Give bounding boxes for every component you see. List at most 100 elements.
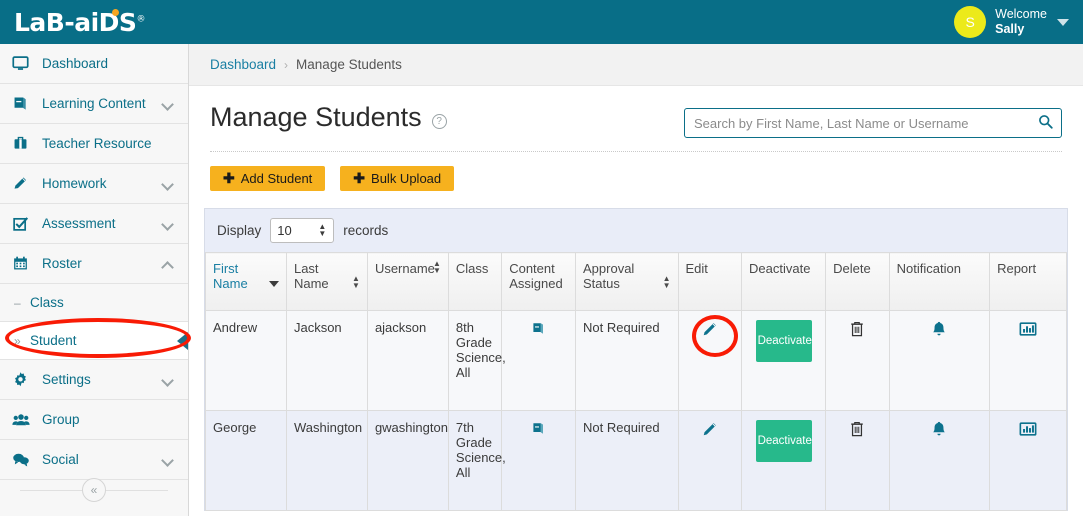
cell-notification[interactable] <box>889 311 989 411</box>
cell-edit[interactable] <box>678 311 742 411</box>
sidebar-item-group[interactable]: Group <box>0 400 188 440</box>
bell-icon[interactable] <box>931 426 947 441</box>
breadcrumb: Dashboard › Manage Students <box>189 44 1083 86</box>
top-bar: LaB-aiDS® S Welcome Sally <box>0 0 1083 44</box>
bar-chart-icon[interactable] <box>1019 326 1037 341</box>
column-label: Username <box>375 261 435 276</box>
sidebar-item-assessment[interactable]: Assessment <box>0 204 188 244</box>
checkbox-icon <box>12 215 38 232</box>
cell-deactivate: Deactivate <box>742 311 826 411</box>
page-header: Manage Students ? <box>189 86 1083 138</box>
cell-delete[interactable] <box>826 411 890 511</box>
active-pointer-icon <box>177 332 188 350</box>
people-icon <box>12 411 38 428</box>
cell-content-assigned[interactable] <box>502 311 576 411</box>
column-label: Deactivate <box>749 261 810 276</box>
column-label: Edit <box>686 261 708 276</box>
sidebar-item-class[interactable]: – Class <box>0 284 188 322</box>
add-student-button[interactable]: ✚ Add Student <box>210 166 325 191</box>
column-header-content-assigned: Content Assigned <box>502 253 576 311</box>
sidebar-item-teacher-resource[interactable]: Teacher Resource <box>0 124 188 164</box>
chevron-down-icon[interactable] <box>1057 19 1069 26</box>
sidebar-item-student[interactable]: » Student <box>0 322 188 360</box>
app-root: LaB-aiDS® S Welcome Sally Dashboard Lear… <box>0 0 1083 516</box>
sort-both-icon: ▲▼ <box>433 260 441 274</box>
records-label: records <box>343 223 388 238</box>
search-input[interactable] <box>684 108 1062 138</box>
collapse-sidebar-button[interactable]: « <box>82 478 106 502</box>
chevron-down-icon[interactable] <box>161 178 174 191</box>
table-row: Andrew Jackson ajackson 8th Grade Scienc… <box>206 311 1067 411</box>
add-student-label: Add Student <box>241 171 313 186</box>
sidebar-item-label: Assessment <box>42 216 116 231</box>
welcome-line-1: Welcome <box>995 7 1047 22</box>
calendar-icon <box>12 255 38 272</box>
column-label: Last Name <box>294 261 329 291</box>
sidebar-item-learning-content[interactable]: Learning Content <box>0 84 188 124</box>
action-button-row: ✚ Add Student ✚ Bulk Upload <box>189 152 1083 191</box>
sidebar-item-settings[interactable]: Settings <box>0 360 188 400</box>
sidebar-item-label: Teacher Resource <box>42 136 152 151</box>
pencil-icon <box>12 175 38 192</box>
cell-first-name: Andrew <box>206 311 287 411</box>
cell-last-name: Washington <box>286 411 367 511</box>
cell-content-assigned[interactable] <box>502 411 576 511</box>
cell-report[interactable] <box>990 411 1067 511</box>
chevron-down-icon[interactable] <box>161 98 174 111</box>
lab-aids-logo[interactable]: LaB-aiDS® <box>14 10 145 35</box>
avatar: S <box>954 6 986 38</box>
book-icon[interactable] <box>531 324 547 339</box>
cell-deactivate: Deactivate <box>742 411 826 511</box>
sidebar: Dashboard Learning Content Teacher Resou… <box>0 44 189 516</box>
sidebar-item-homework[interactable]: Homework <box>0 164 188 204</box>
welcome-line-2: Sally <box>995 22 1047 37</box>
bar-chart-icon[interactable] <box>1019 426 1037 441</box>
plus-icon: ✚ <box>353 170 365 187</box>
subitem-marker-icon: – <box>14 296 30 310</box>
chevron-down-icon[interactable] <box>161 374 174 387</box>
chevron-down-icon[interactable] <box>161 454 174 467</box>
welcome-text: Welcome Sally <box>995 7 1047 37</box>
user-menu[interactable]: S Welcome Sally <box>954 6 1069 38</box>
column-header-notification: Notification <box>889 253 989 311</box>
chevron-up-icon[interactable] <box>161 261 174 274</box>
sidebar-item-dashboard[interactable]: Dashboard <box>0 44 188 84</box>
display-records-control: Display 10 ▲▼ records <box>205 209 1067 252</box>
book-icon[interactable] <box>531 424 547 439</box>
bulk-upload-button[interactable]: ✚ Bulk Upload <box>340 166 454 191</box>
cell-notification[interactable] <box>889 411 989 511</box>
sidebar-item-label: Student <box>30 333 77 348</box>
chevron-down-icon[interactable] <box>161 218 174 231</box>
sidebar-item-roster[interactable]: Roster <box>0 244 188 284</box>
sidebar-item-label: Roster <box>42 256 82 271</box>
search-icon[interactable] <box>1038 114 1053 134</box>
column-header-username[interactable]: Username▲▼ <box>367 253 448 311</box>
deactivate-button[interactable]: Deactivate <box>756 420 812 462</box>
pencil-icon[interactable] <box>701 326 719 341</box>
help-icon[interactable]: ? <box>432 114 447 129</box>
deactivate-button[interactable]: Deactivate <box>756 320 812 362</box>
students-table-panel: Display 10 ▲▼ records <box>204 208 1068 511</box>
sort-both-icon: ▲▼ <box>663 275 671 289</box>
trash-icon[interactable] <box>849 326 865 341</box>
trash-icon[interactable] <box>849 426 865 441</box>
column-header-approval-status[interactable]: Approval Status▲▼ <box>576 253 679 311</box>
records-per-page-select[interactable]: 10 <box>270 218 334 243</box>
bell-icon[interactable] <box>931 326 947 341</box>
column-header-first-name[interactable]: First Name <box>206 253 287 311</box>
table-row: George Washington gwashington 7th Grade … <box>206 411 1067 511</box>
sort-desc-icon <box>269 281 279 287</box>
cell-edit[interactable] <box>678 411 742 511</box>
cell-username: ajackson <box>367 311 448 411</box>
page-title: Manage Students ? <box>210 102 447 133</box>
breadcrumb-link-dashboard[interactable]: Dashboard <box>210 57 276 72</box>
cell-report[interactable] <box>990 311 1067 411</box>
book-icon <box>12 95 38 112</box>
column-header-edit: Edit <box>678 253 742 311</box>
sidebar-item-social[interactable]: Social <box>0 440 188 480</box>
display-label: Display <box>217 223 261 238</box>
cell-class: 8th Grade Science, All <box>448 311 501 411</box>
cell-delete[interactable] <box>826 311 890 411</box>
column-header-last-name[interactable]: Last Name▲▼ <box>286 253 367 311</box>
pencil-icon[interactable] <box>701 426 719 441</box>
